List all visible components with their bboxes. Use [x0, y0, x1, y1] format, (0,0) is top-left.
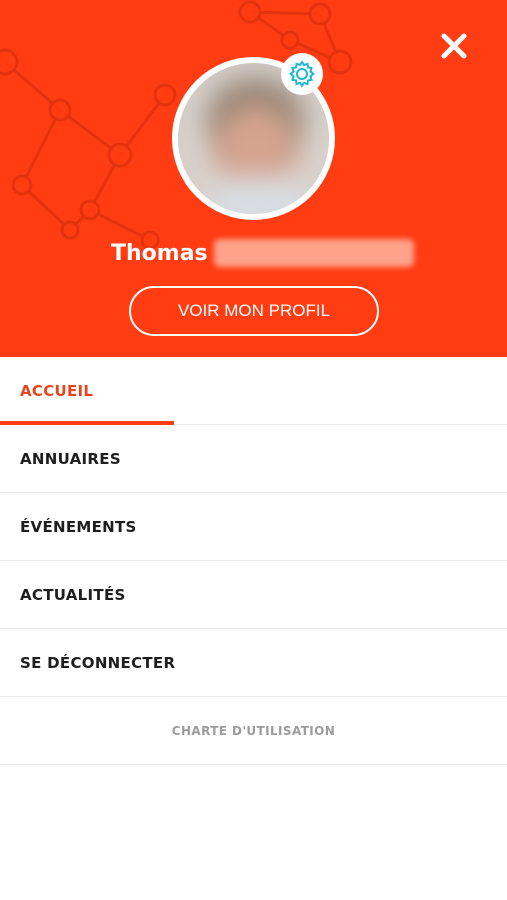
menu-item-label: ACTUALITÉS: [20, 585, 126, 604]
menu-item-label: ÉVÉNEMENTS: [20, 517, 137, 536]
user-name: Thomas: [111, 238, 414, 268]
user-last-name-redacted: [213, 239, 414, 267]
user-first-name: Thomas: [111, 240, 208, 266]
gear-icon: [288, 60, 316, 88]
avatar-container: [172, 53, 335, 220]
view-profile-button[interactable]: VOIR MON PROFIL: [129, 286, 379, 336]
menu-item-label: ANNUAIRES: [20, 449, 121, 468]
profile-header: Thomas VOIR MON PROFIL: [0, 0, 507, 357]
close-button[interactable]: [436, 28, 472, 64]
menu-item-logout[interactable]: SE DÉCONNECTER: [0, 629, 507, 697]
settings-button[interactable]: [281, 53, 323, 95]
terms-of-use-label: CHARTE D'UTILISATION: [171, 723, 336, 738]
menu-item-annuaires[interactable]: ANNUAIRES: [0, 425, 507, 493]
menu-item-actualites[interactable]: ACTUALITÉS: [0, 561, 507, 629]
menu-item-evenements[interactable]: ÉVÉNEMENTS: [0, 493, 507, 561]
close-icon: [441, 33, 467, 59]
menu-item-label: SE DÉCONNECTER: [20, 653, 176, 672]
menu-item-accueil[interactable]: ACCUEIL: [0, 357, 507, 425]
navigation-menu: ACCUEIL ANNUAIRES ÉVÉNEMENTS ACTUALITÉS …: [0, 357, 507, 765]
terms-of-use-link[interactable]: CHARTE D'UTILISATION: [0, 697, 507, 765]
menu-item-label: ACCUEIL: [20, 381, 94, 400]
